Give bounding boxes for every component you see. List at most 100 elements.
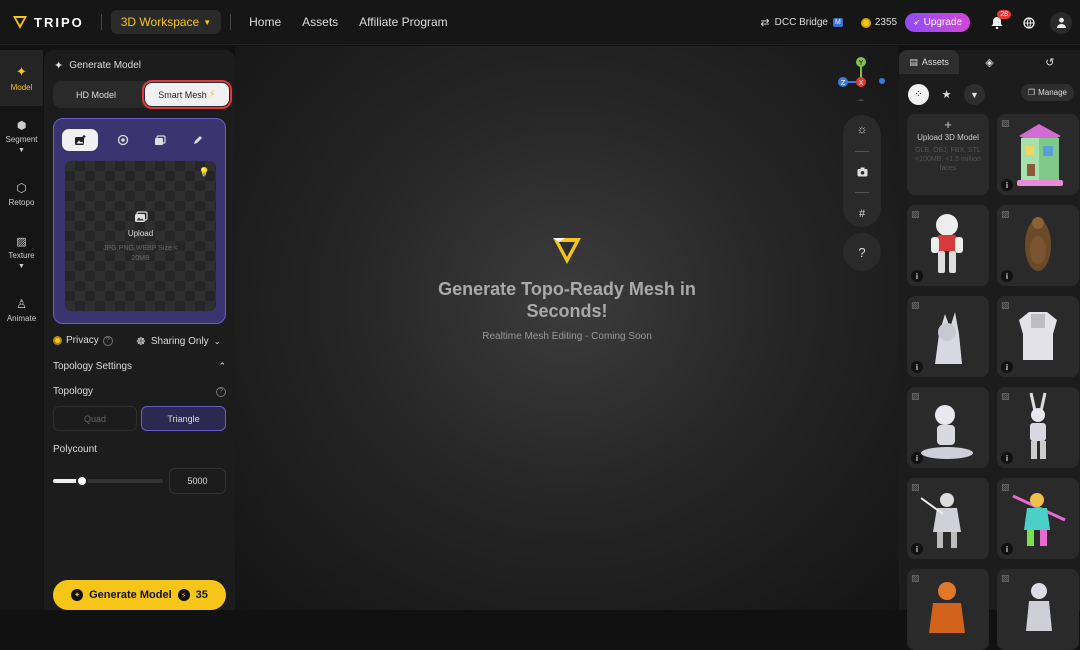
- assets-tabs: ▤ Assets ◈ ↺: [899, 50, 1080, 74]
- help-icon[interactable]: ?: [216, 386, 226, 397]
- info-icon[interactable]: i: [911, 452, 923, 464]
- smart-mesh-tab[interactable]: Smart Mesh ⚡: [142, 80, 232, 109]
- filter-all[interactable]: ⁘: [908, 84, 929, 105]
- generate-panel: ✦ Generate Model HD Model Smart Mesh ⚡ 💡…: [44, 50, 235, 610]
- brand-name: TRIPO: [34, 14, 84, 30]
- slider-handle[interactable]: [75, 475, 88, 487]
- multi-view-mode[interactable]: [111, 129, 135, 151]
- tab-assets[interactable]: ▤ Assets: [899, 50, 960, 74]
- bulb-icon[interactable]: 💡: [199, 167, 210, 178]
- notifications-button[interactable]: 28: [982, 8, 1012, 38]
- info-icon[interactable]: i: [911, 270, 923, 282]
- chevron-down-icon: ▼: [18, 262, 25, 270]
- rail-item-model[interactable]: ✦ Model: [0, 50, 43, 106]
- globe-icon: [1023, 16, 1035, 29]
- asset-card-rabbit-warrior[interactable]: ▨ i: [997, 387, 1079, 468]
- asset-card-house[interactable]: ▨ i: [997, 114, 1079, 195]
- texture-icon: ▨: [911, 300, 920, 310]
- generate-label: Generate Model: [89, 589, 172, 601]
- light-icon[interactable]: ☼: [857, 122, 868, 136]
- camera-icon[interactable]: [857, 167, 868, 177]
- info-icon[interactable]: i: [1001, 452, 1013, 464]
- filter-favorites[interactable]: ★: [936, 84, 957, 105]
- hd-model-tab[interactable]: HD Model: [53, 81, 139, 108]
- credits[interactable]: 2355: [860, 17, 897, 28]
- star-icon: ★: [941, 89, 952, 101]
- rail-item-retopo[interactable]: ⬡ Retopo: [0, 166, 43, 222]
- texture-icon: ▨: [1001, 300, 1010, 310]
- generate-model-button[interactable]: ✦ Generate Model ⚡ 35: [53, 580, 226, 610]
- rail-label: Animate: [6, 314, 37, 323]
- quad-option[interactable]: Quad: [53, 406, 137, 431]
- grid-icon[interactable]: #: [859, 208, 865, 220]
- info-icon[interactable]: i: [1001, 270, 1013, 282]
- upload-label: Upload: [127, 229, 154, 238]
- info-icon[interactable]: i: [1001, 543, 1013, 555]
- divider: [855, 151, 869, 153]
- sparkle-icon: ✦: [16, 64, 27, 79]
- sketch-mode[interactable]: [185, 129, 209, 151]
- user-menu[interactable]: [1046, 8, 1076, 38]
- upload-hint: GLB, OBJ, FBX, STL <100MB, <1.5 million …: [915, 147, 981, 172]
- asset-card-samurai[interactable]: ▨ i: [907, 478, 989, 559]
- workspace-dropdown[interactable]: 3D Workspace ▼: [110, 10, 222, 34]
- 3d-viewport[interactable]: Y X Z Generate Topo-Ready Mesh in Second…: [235, 46, 899, 610]
- viewport-placeholder: Generate Topo-Ready Mesh in Seconds! Rea…: [235, 238, 899, 342]
- polycount-slider[interactable]: [53, 475, 163, 487]
- upload-3d-model-card[interactable]: + Upload 3D Model GLB, OBJ, FBX, STL <10…: [907, 114, 989, 195]
- topology-settings-label: Topology Settings: [53, 361, 132, 372]
- filter-button[interactable]: ▼: [964, 84, 985, 105]
- info-icon[interactable]: i: [1001, 179, 1013, 191]
- rail-item-animate[interactable]: ♙ Animate: [0, 282, 43, 338]
- workspace-label: 3D Workspace: [120, 15, 200, 29]
- gizmo-y-label: Y: [858, 59, 864, 67]
- nav-affiliate[interactable]: Affiliate Program: [359, 15, 447, 29]
- archive-icon: ▤: [909, 56, 918, 67]
- rail-label: Retopo: [8, 198, 35, 207]
- sharing-dropdown[interactable]: ☸ Sharing Only ⌄: [136, 335, 220, 348]
- tripo-logo-icon: [13, 15, 27, 29]
- asset-card-creature[interactable]: ▨ i: [907, 296, 989, 377]
- upload-image-icon: [134, 211, 148, 222]
- tab-history[interactable]: ↺: [1020, 50, 1080, 74]
- rail-item-segment[interactable]: ⬢ Segment ▼: [0, 106, 43, 166]
- info-icon[interactable]: i: [911, 543, 923, 555]
- texture-icon: ▨: [16, 235, 27, 248]
- help-icon[interactable]: ?: [102, 335, 113, 346]
- rail-item-texture[interactable]: ▨ Texture ▼: [0, 222, 43, 282]
- asset-card-colorful-warrior[interactable]: ▨ i: [997, 478, 1079, 559]
- privacy-toggle[interactable]: Privacy ?: [53, 335, 113, 346]
- texture-icon: ▨: [1001, 118, 1010, 128]
- single-image-mode[interactable]: [62, 129, 98, 151]
- texture-icon: ▨: [911, 573, 920, 583]
- help-button[interactable]: ?: [843, 233, 881, 271]
- batch-images-mode[interactable]: [148, 129, 172, 151]
- input-mode-toolbar: [62, 128, 209, 152]
- nav-home[interactable]: Home: [249, 15, 281, 29]
- asset-card-armor[interactable]: ▨ i: [997, 296, 1079, 377]
- plus-icon: +: [944, 117, 952, 132]
- asset-card-kid[interactable]: ▨ i: [907, 387, 989, 468]
- upgrade-button[interactable]: ➶ Upgrade: [905, 13, 970, 32]
- manage-button[interactable]: ❐ Manage: [1020, 84, 1074, 101]
- language-button[interactable]: [1014, 8, 1044, 38]
- rocket-icon: ➶: [913, 17, 921, 27]
- nav-assets[interactable]: Assets: [302, 15, 338, 29]
- triangle-option[interactable]: Triangle: [141, 406, 226, 431]
- dcc-badge: M: [833, 18, 843, 27]
- topology-settings-header[interactable]: Topology Settings ⌃: [53, 361, 226, 372]
- cube-icon: ⬢: [16, 119, 27, 132]
- info-icon[interactable]: i: [911, 361, 923, 373]
- axis-gizmo[interactable]: Y X Z: [833, 51, 893, 105]
- polycount-input[interactable]: 5000: [169, 468, 226, 494]
- brand[interactable]: TRIPO: [13, 15, 84, 30]
- asset-card-robot[interactable]: ▨ i: [907, 205, 989, 286]
- images-icon: [155, 134, 166, 145]
- info-icon[interactable]: i: [1001, 361, 1013, 373]
- asset-card-statue[interactable]: ▨ i: [997, 205, 1079, 286]
- dcc-bridge-button[interactable]: ⇄ DCC Bridge M: [760, 16, 843, 29]
- sharing-label: Sharing Only: [150, 336, 209, 347]
- tab-layers[interactable]: ◈: [959, 50, 1019, 74]
- texture-icon: ▨: [1001, 391, 1010, 401]
- upload-dropzone[interactable]: 💡 Upload JPG,PNG,WEBP Size < 20MB: [65, 161, 216, 311]
